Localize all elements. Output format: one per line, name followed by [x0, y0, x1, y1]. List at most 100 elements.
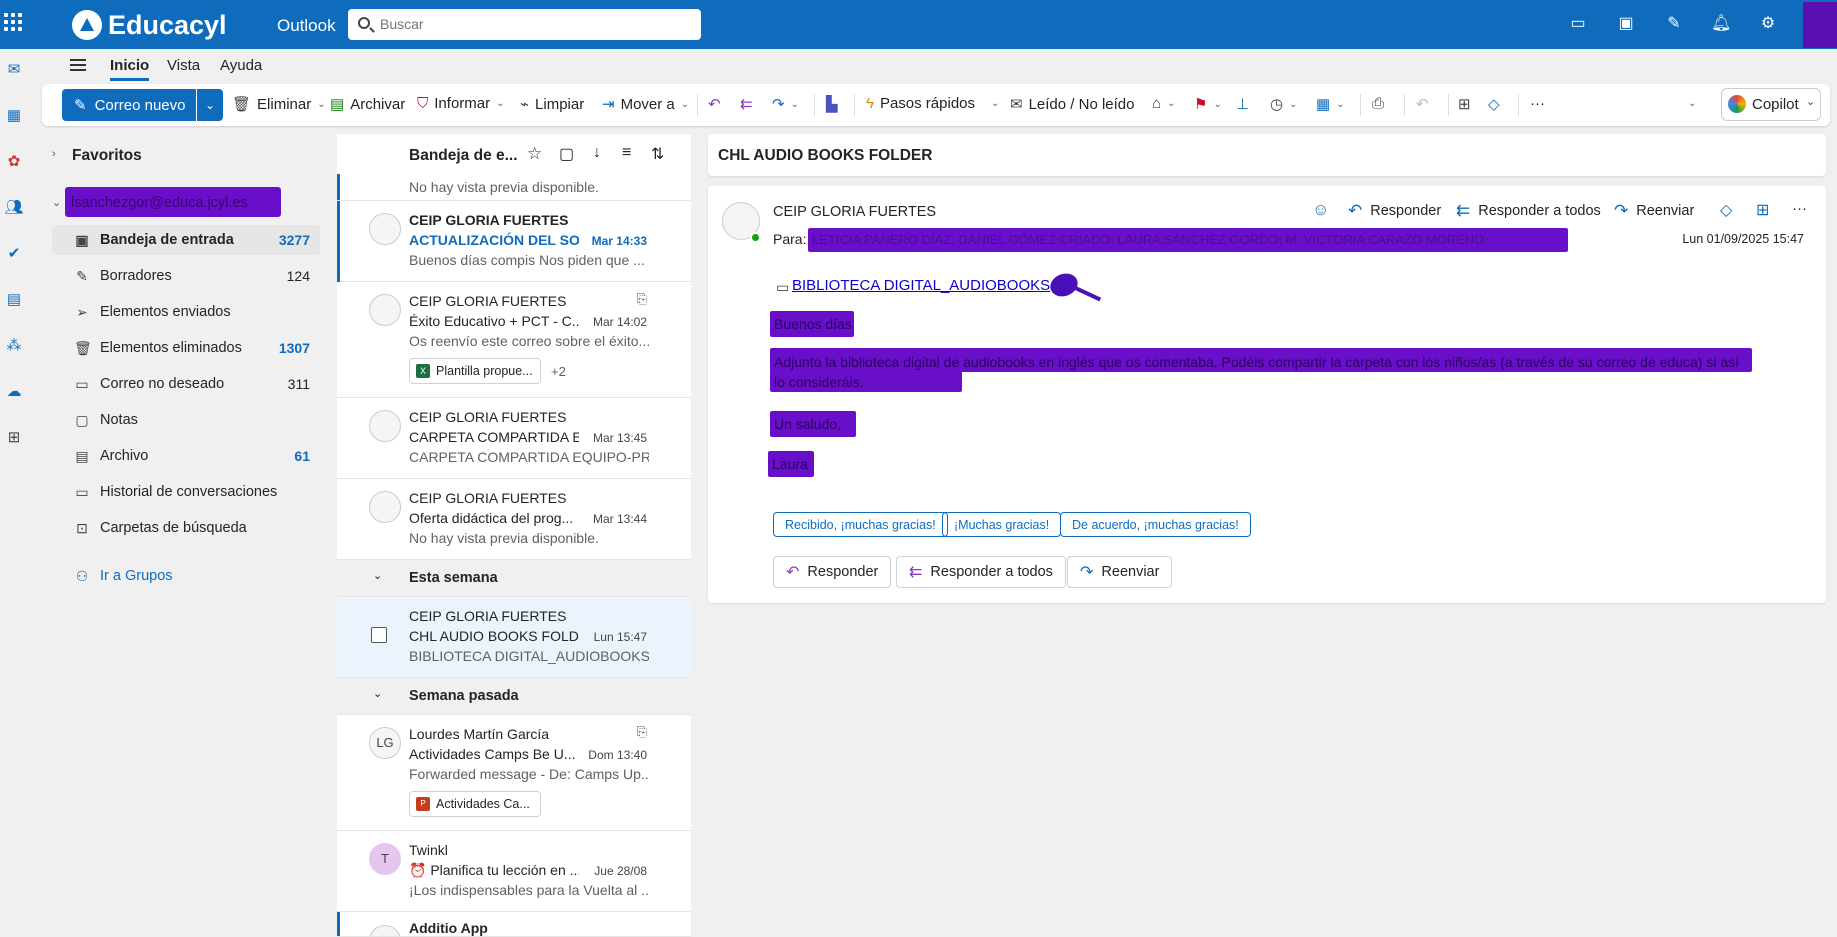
- mail-icon[interactable]: ✉: [4, 61, 24, 79]
- app-launcher-icon[interactable]: [4, 13, 22, 31]
- more-options-button[interactable]: ···: [1530, 95, 1545, 112]
- move-button[interactable]: ⇥ Mover a ⌄: [602, 95, 689, 114]
- more-apps-icon[interactable]: ⊞: [4, 429, 24, 447]
- sort-icon[interactable]: ⇅: [651, 144, 664, 164]
- categorize-button[interactable]: ⌂ ⌄: [1152, 95, 1175, 112]
- reply-button[interactable]: ↶: [708, 95, 721, 113]
- loop-button[interactable]: ◇: [1488, 95, 1500, 113]
- quick-reply-3[interactable]: De acuerdo, ¡muchas gracias!: [1060, 512, 1251, 537]
- header-reply-button[interactable]: ↶ Responder: [1348, 201, 1441, 221]
- list-item[interactable]: Additio App: [337, 912, 691, 937]
- section-header-last-week[interactable]: ⌄ Semana pasada: [337, 678, 691, 715]
- list-item[interactable]: CEIP GLORIA FUERTES CARPETA COMPARTIDA E…: [337, 398, 691, 479]
- pin-button[interactable]: ⊥: [1236, 95, 1249, 113]
- copilot-button[interactable]: Copilot ⌄: [1721, 88, 1821, 121]
- rules-button[interactable]: ▦ ⌄: [1316, 95, 1345, 113]
- print-button[interactable]: ⎙: [1372, 95, 1384, 112]
- search-input[interactable]: [380, 14, 680, 34]
- forward-button[interactable]: ↷ ⌄: [772, 95, 799, 113]
- folder-junk[interactable]: ▭ Correo no deseado 311: [52, 369, 320, 399]
- flag-button[interactable]: ⚑ ⌄: [1194, 95, 1222, 113]
- account-header[interactable]: lsanchezgor@educa.jcyl.es: [71, 195, 248, 211]
- email-from[interactable]: CEIP GLORIA FUERTES: [773, 204, 936, 220]
- select-icon[interactable]: ▢: [559, 144, 574, 164]
- attachment-chip[interactable]: P Actividades Ca...: [409, 791, 541, 817]
- folder-drafts[interactable]: ✎ Borradores 124: [52, 261, 320, 291]
- list-item[interactable]: CEIP GLORIA FUERTES ACTUALIZACIÓN DEL SO…: [337, 201, 691, 282]
- chevron-down-icon[interactable]: ⌄: [52, 196, 61, 209]
- org-explorer-icon[interactable]: ⁂: [4, 337, 24, 355]
- emoji-icon[interactable]: ☺: [1312, 200, 1329, 220]
- teams-share-button[interactable]: ▙: [826, 95, 838, 113]
- list-item[interactable]: No hay vista previa disponible.: [337, 174, 691, 201]
- hamburger-icon[interactable]: [70, 59, 86, 71]
- search-box[interactable]: [348, 9, 701, 40]
- reply-button[interactable]: ↶ Responder: [773, 556, 892, 588]
- folder-inbox[interactable]: ▣ Bandeja de entrada 3277: [52, 225, 320, 255]
- onedrive-icon[interactable]: ☁: [4, 383, 24, 401]
- bell-icon[interactable]: 🔔︎: [1711, 14, 1731, 34]
- loop-icon[interactable]: ◇: [1720, 200, 1732, 220]
- new-mail-button[interactable]: ✎ Correo nuevo: [62, 89, 196, 121]
- tab-inicio[interactable]: Inicio: [110, 57, 150, 81]
- list-item[interactable]: CEIP GLORIA FUERTES ⎘ Éxito Educativo + …: [337, 282, 691, 398]
- go-to-groups-link[interactable]: ⚇ Ir a Grupos: [52, 561, 320, 591]
- shared-folder-link[interactable]: BIBLIOTECA DIGITAL_AUDIOBOOKS: [792, 277, 1050, 294]
- quick-steps-button[interactable]: ϟ Pasos rápidos ⌄: [866, 95, 999, 112]
- reply-all-button[interactable]: ⇇ Responder a todos: [896, 556, 1066, 588]
- people-icon[interactable]: 👥︎: [4, 199, 24, 217]
- calendar-icon[interactable]: ▦: [4, 107, 24, 125]
- folder-search-folders[interactable]: ⊡ Carpetas de búsqueda: [52, 513, 320, 543]
- snooze-button[interactable]: ◷ ⌄: [1270, 95, 1297, 113]
- app-name[interactable]: Outlook: [277, 16, 336, 36]
- folder-archive[interactable]: ▤ Archivo 61: [52, 441, 320, 471]
- sweep-button[interactable]: ⌁ Limpiar: [520, 95, 584, 114]
- star-icon[interactable]: ☆: [527, 144, 542, 164]
- folder-notes[interactable]: ▢ Notas: [52, 405, 320, 435]
- more-actions-icon[interactable]: ···: [1792, 200, 1807, 217]
- jump-down-icon[interactable]: ↓: [593, 144, 601, 162]
- forward-button[interactable]: ↷ Reenviar: [1067, 556, 1173, 588]
- avatar[interactable]: [1803, 2, 1837, 48]
- expand-ribbon-button[interactable]: ⌄: [1688, 98, 1696, 109]
- recipients[interactable]: LETICIA PANERO DÍAZ; DANIEL GÓMEZ CRIADO…: [812, 232, 1484, 247]
- report-button[interactable]: ⛉ Informar ⌄: [417, 95, 505, 112]
- list-item[interactable]: CEIP GLORIA FUERTES Oferta didáctica del…: [337, 479, 691, 560]
- quick-reply-2[interactable]: ¡Muchas gracias!: [942, 512, 1062, 537]
- notes-icon[interactable]: ✎: [1664, 14, 1684, 34]
- folder-conversation-history[interactable]: ▭ Historial de conversaciones: [52, 477, 320, 507]
- folder-deleted[interactable]: 🗑︎ Elementos eliminados 1307: [52, 333, 320, 363]
- list-item[interactable]: T Twinkl ⏰ Planifica tu lección en ... J…: [337, 831, 691, 912]
- teams-chat-icon[interactable]: ▭: [1568, 14, 1588, 34]
- tab-ayuda[interactable]: Ayuda: [220, 57, 262, 74]
- undo-button[interactable]: ↶: [1416, 95, 1429, 113]
- read-unread-button[interactable]: ✉ Leído / No leído: [1010, 95, 1135, 114]
- attachment-chip[interactable]: X Plantilla propue...: [409, 358, 541, 384]
- app-rail: ✉ ▦ ✿ 👥︎ ✔ ▤ ⁂ ☁ ⊞: [0, 49, 30, 937]
- addins-button[interactable]: ⊞: [1458, 95, 1471, 113]
- onenote-icon[interactable]: ▣: [1616, 14, 1636, 34]
- new-mail-dropdown[interactable]: ⌄: [197, 89, 223, 121]
- apps-icon[interactable]: ⊞: [1756, 200, 1769, 220]
- reply-all-button[interactable]: ⇇: [740, 95, 753, 113]
- chevron-right-icon[interactable]: ›: [52, 148, 56, 160]
- select-checkbox[interactable]: [371, 627, 387, 643]
- archive-button[interactable]: ▤ Archivar: [330, 95, 405, 114]
- quick-reply-1[interactable]: Recibido, ¡muchas gracias!: [773, 512, 948, 537]
- filter-icon[interactable]: ≡: [622, 144, 631, 162]
- gear-icon[interactable]: ⚙: [1758, 14, 1778, 34]
- list-item[interactable]: LG Lourdes Martín García ⎘ Actividades C…: [337, 715, 691, 831]
- word-icon[interactable]: ▤: [4, 291, 24, 309]
- todo-icon[interactable]: ✔: [4, 245, 24, 263]
- more-attachments[interactable]: +2: [551, 364, 566, 379]
- list-item-selected[interactable]: CEIP GLORIA FUERTES CHL AUDIO BOOKS FOLD…: [337, 597, 691, 678]
- favorites-header[interactable]: Favoritos: [72, 147, 142, 165]
- folder-sent[interactable]: ➢ Elementos enviados: [52, 297, 320, 327]
- teams-icon: ▙: [826, 96, 838, 113]
- delete-button[interactable]: 🗑︎ Eliminar ⌄: [232, 95, 326, 114]
- tab-vista[interactable]: Vista: [167, 57, 200, 74]
- header-reply-all-button[interactable]: ⇇ Responder a todos: [1456, 201, 1601, 221]
- copilot-app-icon[interactable]: ✿: [4, 153, 24, 171]
- header-forward-button[interactable]: ↷ Reenviar: [1614, 201, 1694, 221]
- section-header-this-week[interactable]: ⌄ Esta semana: [337, 560, 691, 597]
